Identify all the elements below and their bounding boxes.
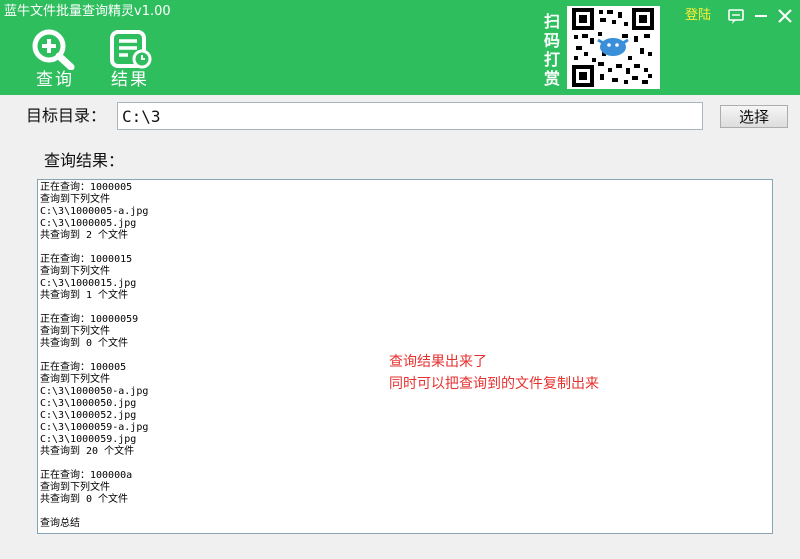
result-line: 查询到下列文件 <box>40 194 110 205</box>
result-line: 共查询到 0 个文件 <box>40 338 129 349</box>
results-label: 结果 <box>111 70 149 90</box>
results-button[interactable]: 结果 <box>97 26 163 92</box>
result-line: 共查询到 2 个文件 <box>40 230 129 241</box>
result-line: 正在查询：100000a <box>40 470 133 481</box>
result-line: C:\3\1000059.jpg <box>40 434 137 445</box>
target-dir-input[interactable] <box>117 102 703 130</box>
search-plus-icon <box>32 29 75 70</box>
annotation-note: 查询结果出来了 同时可以把查询到的文件复制出来 <box>389 351 599 395</box>
result-line <box>40 302 772 314</box>
query-button[interactable]: 查询 <box>22 26 88 92</box>
result-line: 共查询到 20 个文件 <box>40 446 135 457</box>
qr-code <box>567 6 660 89</box>
result-line: C:\3\1000005.jpg <box>40 218 137 229</box>
result-line: C:\3\1000050.jpg <box>40 398 137 409</box>
scan-reward-text: 扫码打赏 <box>543 12 560 88</box>
target-dir-label: 目标目录： <box>26 106 107 125</box>
result-line: 正在查询：1000005 <box>40 182 133 193</box>
result-line: 正在查询：1000015 <box>40 254 133 265</box>
result-line: 查询到下列文件 <box>40 482 110 493</box>
app-title: 蓝牛文件批量查询精灵v1.00 <box>4 4 171 19</box>
result-line: 共查询到 1 个文件 <box>40 290 129 301</box>
results-heading: 查询结果： <box>44 151 125 170</box>
result-line <box>40 506 772 518</box>
minimize-icon[interactable] <box>751 6 771 26</box>
result-line <box>40 458 772 470</box>
result-line: 共查询到 0 个文件 <box>40 494 129 505</box>
choose-button[interactable]: 选择 <box>720 105 788 128</box>
result-line: C:\3\1000015.jpg <box>40 278 137 289</box>
document-clock-icon <box>110 30 152 69</box>
title-bar: 蓝牛文件批量查询精灵v1.00 查询 结果 扫码打赏 登陆 <box>0 0 800 95</box>
query-label: 查询 <box>36 70 74 90</box>
result-line: C:\3\1000005-a.jpg <box>40 206 149 217</box>
login-link[interactable]: 登陆 <box>685 8 711 24</box>
result-line: C:\3\1000052.jpg <box>40 410 137 421</box>
result-line: 正在查询：10000059 <box>40 314 139 325</box>
result-line <box>40 242 772 254</box>
annotation-line-2: 同时可以把查询到的文件复制出来 <box>389 376 599 392</box>
result-line: 查询到下列文件 <box>40 326 110 337</box>
close-icon[interactable] <box>775 6 795 26</box>
feedback-icon[interactable] <box>726 6 746 26</box>
result-line: 查询到下列文件 <box>40 266 110 277</box>
result-line: 查询总结 <box>40 518 80 529</box>
annotation-line-1: 查询结果出来了 <box>389 354 487 370</box>
result-line: C:\3\1000059-a.jpg <box>40 422 149 433</box>
